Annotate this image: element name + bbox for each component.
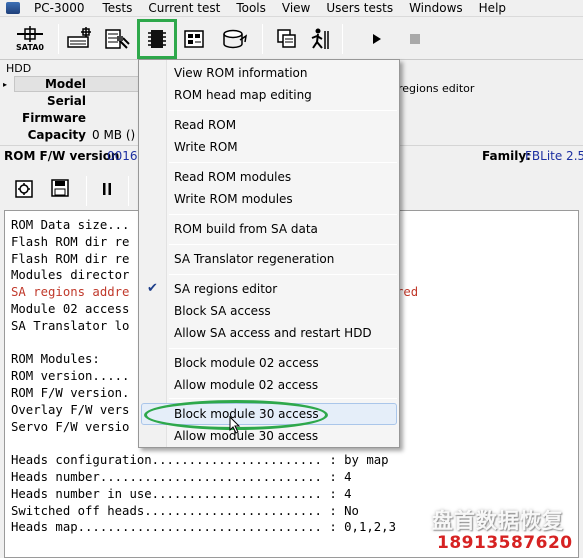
menu-item-label: View ROM information [174,66,308,80]
hdd-map-icon [184,30,204,48]
menu-separator [169,110,397,111]
chip-settings-button[interactable] [10,174,40,204]
toolbar-separator [262,24,263,54]
rom-tools-dropdown-menu: View ROM information ROM head map editin… [138,59,400,448]
run-script-button[interactable] [304,22,338,56]
sata-port-button[interactable]: SATA0 [10,22,50,56]
menu-item-label: SA Translator regeneration [174,252,335,266]
capacity-value: 0 MB () [92,128,136,142]
menu-item-label: Write ROM [174,140,238,154]
toolbar-separator [128,176,129,206]
drive-settings-button[interactable] [62,22,96,56]
floppy-icon [51,179,69,197]
hdd-map-button[interactable] [178,22,212,56]
menu-item-rom-head-map-editing[interactable]: ROM head map editing [141,84,397,106]
rom-fw-version-label: ROM F/W version [4,149,120,163]
save-log-button[interactable] [46,174,76,204]
menu-item-write-rom[interactable]: Write ROM [141,136,397,158]
menu-item-label: Read ROM modules [174,170,292,184]
menu-separator [169,398,397,399]
log-line: Heads number in use.....................… [11,486,352,501]
menu-item-label: ROM build from SA data [174,222,318,236]
menu-item-label: Block module 02 access [174,356,319,370]
log-line: Heads configuration.....................… [11,453,389,468]
pause-icon [103,183,111,195]
menu-separator [169,162,397,163]
model-label: Model [44,77,86,91]
stop-button[interactable] [398,22,432,56]
hdd-panel-label: HDD [6,62,32,75]
highlight-rom-tools [137,19,177,59]
pause-button[interactable] [92,174,122,204]
menu-tools[interactable]: Tools [228,0,274,16]
watermark-phone: 18913587620 [437,533,573,553]
app-icon [6,2,20,14]
menu-windows[interactable]: Windows [401,0,471,16]
capacity-label: Capacity [27,128,86,142]
firmware-label: Firmware [22,111,86,125]
main-toolbar: SATA0 [0,18,583,60]
menu-current-test[interactable]: Current test [140,0,228,16]
log-line: Heads number............................… [11,469,352,484]
save-data-button[interactable] [218,22,252,56]
menu-help[interactable]: Help [471,0,514,16]
mouse-pointer-icon [229,416,241,434]
background-tab-label: regions editor [398,82,475,95]
copy-icon [277,29,296,48]
toolbar-separator [58,24,59,54]
drive-settings-icon [67,27,91,48]
menu-item-sa-regions-editor[interactable]: SA regions editor [141,278,397,300]
menu-bar: PC-3000 Tests Current test Tools View Us… [0,0,583,17]
toolbar-separator [86,176,87,206]
menu-separator [169,214,397,215]
menu-item-label: Write ROM modules [174,192,293,206]
menu-item-allow-module-02-access[interactable]: Allow module 02 access [141,374,397,396]
menu-item-label: Allow SA access and restart HDD [174,326,372,340]
toolbar-separator [342,24,343,54]
play-button[interactable] [360,22,394,56]
menu-separator [169,348,397,349]
utility-button[interactable] [100,22,134,56]
menu-item-label: Block SA access [174,304,271,318]
menu-item-block-module-02-access[interactable]: Block module 02 access [141,352,397,374]
play-icon [373,34,381,44]
menu-item-write-rom-modules[interactable]: Write ROM modules [141,188,397,210]
menu-item-view-rom-information[interactable]: View ROM information [141,62,397,84]
sata-port-icon [17,26,43,42]
menu-item-label: SA regions editor [174,282,278,296]
family-label: Family: [482,149,531,163]
menu-view[interactable]: View [274,0,318,16]
menu-item-label: Allow module 02 access [174,378,319,392]
app-title: PC-3000 [34,1,85,15]
menu-item-sa-translator-regeneration[interactable]: SA Translator regeneration [141,248,397,270]
menu-item-block-sa-access[interactable]: Block SA access [141,300,397,322]
family-value: FBLite 2.5" [525,149,583,163]
menu-item-label: Read ROM [174,118,237,132]
menu-separator [169,244,397,245]
menu-item-rom-build-from-sa-data[interactable]: ROM build from SA data [141,218,397,240]
menu-item-read-rom-modules[interactable]: Read ROM modules [141,166,397,188]
sata-label: SATA0 [16,43,44,52]
menu-item-allow-sa-access-restart[interactable]: Allow SA access and restart HDD [141,322,397,344]
menu-item-label: Allow module 30 access [174,429,319,443]
utility-icon [105,29,130,49]
menu-separator [169,274,397,275]
watermark-text: 盘首数据恢复 [432,509,564,533]
menu-item-read-rom[interactable]: Read ROM [141,114,397,136]
running-man-icon [311,28,329,49]
menu-item-label: ROM head map editing [174,88,312,102]
menu-tests[interactable]: Tests [94,0,140,16]
menu-users-tests[interactable]: Users tests [318,0,401,16]
stop-icon [410,34,420,44]
chip-gear-icon [15,180,33,198]
database-icon [223,29,248,49]
copy-button[interactable] [270,22,304,56]
serial-label: Serial [46,94,86,108]
